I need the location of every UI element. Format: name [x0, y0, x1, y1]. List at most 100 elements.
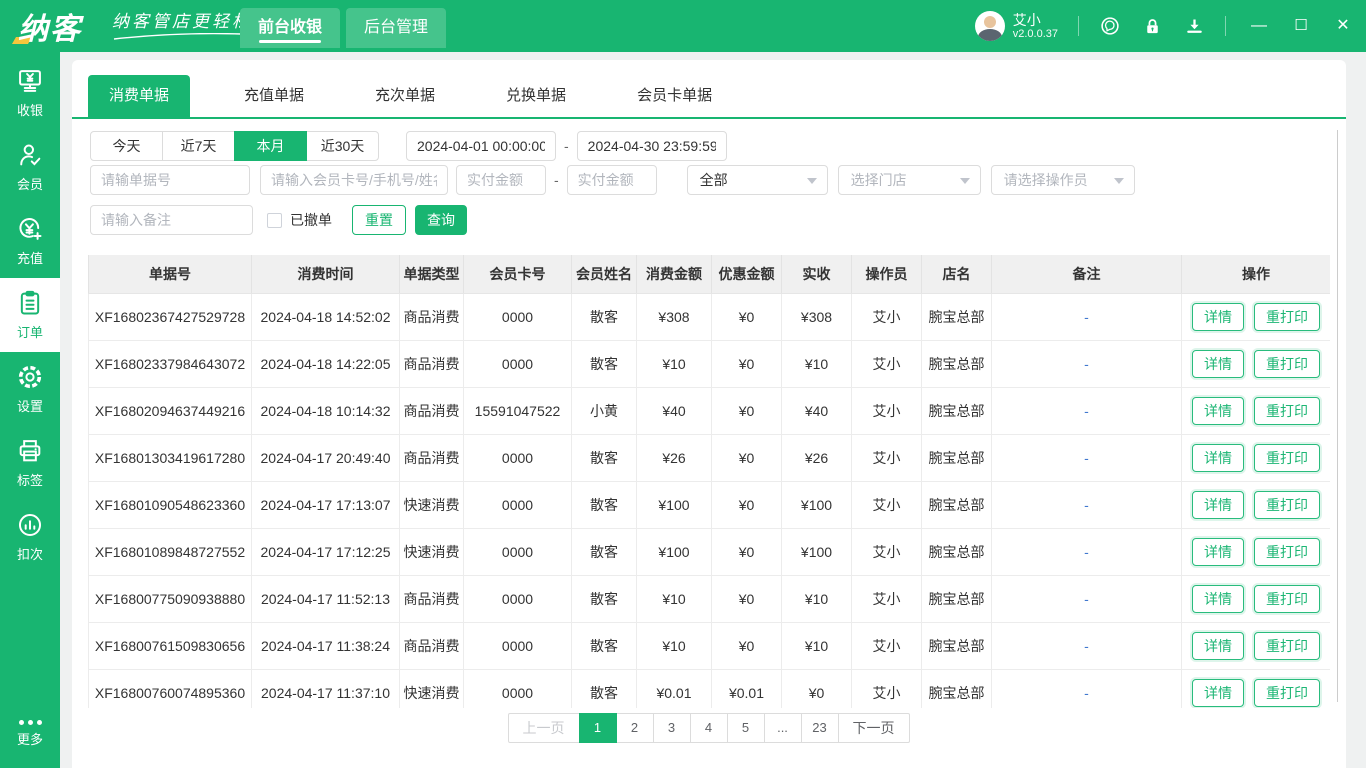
remark-input[interactable] [90, 205, 253, 235]
nav-tab-back-admin[interactable]: 后台管理 [346, 8, 447, 48]
reprint-button[interactable]: 重打印 [1254, 537, 1320, 566]
cell-remark: - [991, 622, 1182, 670]
detail-button[interactable]: 详情 [1192, 490, 1244, 519]
page-button-3[interactable]: 3 [652, 713, 691, 743]
cell-remark: - [991, 340, 1182, 388]
scrollbar-track[interactable] [1337, 130, 1338, 702]
sidebar-item-deduct[interactable]: 扣次 [0, 500, 60, 574]
sidebar-item-settings[interactable]: 设置 [0, 352, 60, 426]
cell-time: 2024-04-18 10:14:32 [251, 387, 400, 435]
cell-order_no: XF16802367427529728 [88, 293, 252, 341]
logo-text: 纳客 [18, 13, 82, 46]
page-button-5[interactable]: 5 [726, 713, 765, 743]
date-range-separator: - [564, 138, 569, 154]
user-box[interactable]: 艾小 v2.0.0.37 [974, 11, 1058, 41]
reprint-button[interactable]: 重打印 [1254, 349, 1320, 378]
sidebar-item-recharge[interactable]: 充值 [0, 204, 60, 278]
detail-button[interactable]: 详情 [1192, 537, 1244, 566]
sidebar-item-label: 扣次 [16, 547, 43, 562]
customer-service-icon[interactable] [1099, 15, 1121, 37]
reprint-button[interactable]: 重打印 [1254, 678, 1320, 707]
label-printer-icon [16, 437, 44, 465]
cell-discount: ¥0.01 [711, 669, 782, 708]
amount-range-separator: - [554, 172, 559, 188]
cell-discount: ¥0 [711, 387, 782, 435]
detail-button[interactable]: 详情 [1192, 678, 1244, 707]
date-from-input[interactable] [406, 131, 556, 161]
tab-会员卡单据[interactable]: 会员卡单据 [616, 75, 733, 117]
document-tabs: 消费单据 充值单据 充次单据 兑换单据 会员卡单据 [88, 75, 762, 117]
quick-date-近7天[interactable]: 近7天 [162, 131, 235, 161]
quick-date-本月[interactable]: 本月 [234, 131, 307, 161]
date-to-input[interactable] [576, 131, 727, 161]
more-dots-icon [18, 720, 42, 725]
page-button-4[interactable]: 4 [689, 713, 728, 743]
sidebar-item-labels[interactable]: 标签 [0, 426, 60, 500]
page-button-1[interactable]: 1 [578, 713, 617, 743]
order-no-input[interactable] [90, 165, 250, 195]
detail-button[interactable]: 详情 [1192, 302, 1244, 331]
operator-placeholder: 请选择操作员 [1003, 172, 1088, 188]
tab-充次单据[interactable]: 充次单据 [354, 75, 456, 117]
cell-actions: 详情 重打印 [1181, 434, 1330, 482]
tab-兑换单据[interactable]: 兑换单据 [485, 75, 587, 117]
next-page-button[interactable]: 下一页 [837, 713, 910, 743]
page-button-23[interactable]: 23 [800, 713, 839, 743]
tab-消费单据[interactable]: 消费单据 [88, 75, 191, 117]
cell-paid: ¥10 [781, 622, 852, 670]
cell-store: 腕宝总部 [921, 622, 992, 670]
detail-button[interactable]: 详情 [1192, 584, 1244, 613]
page-button-2[interactable]: 2 [615, 713, 654, 743]
detail-button[interactable]: 详情 [1192, 443, 1244, 472]
reset-button[interactable]: 重置 [352, 205, 406, 235]
cell-actions: 详情 重打印 [1181, 293, 1330, 341]
sidebar-item-more[interactable]: 更多 [0, 706, 60, 762]
download-icon[interactable] [1183, 15, 1205, 37]
member-search-input[interactable] [260, 165, 448, 195]
amount-min-input[interactable] [456, 165, 546, 195]
detail-button[interactable]: 详情 [1192, 631, 1244, 660]
order-type-select[interactable]: 全部 [686, 165, 828, 195]
window-controls: — ☐ ✕ [1250, 17, 1352, 35]
top-bar-right: 艾小 v2.0.0.37 — ☐ ✕ [974, 0, 1352, 52]
cancelled-checkbox[interactable] [267, 212, 282, 228]
nav-tab-front-cashier[interactable]: 前台收银 [240, 8, 341, 48]
store-select[interactable]: 选择门店 [837, 165, 981, 195]
sidebar-item-orders[interactable]: 订单 [0, 278, 60, 352]
reprint-button[interactable]: 重打印 [1254, 443, 1320, 472]
cell-store: 腕宝总部 [921, 387, 992, 435]
cell-member: 散客 [571, 669, 637, 708]
quick-date-今天[interactable]: 今天 [90, 131, 163, 161]
tab-充值单据[interactable]: 充值单据 [223, 75, 325, 117]
prev-page-button[interactable]: 上一页 [507, 713, 580, 743]
lock-icon[interactable] [1141, 15, 1163, 37]
detail-button[interactable]: 详情 [1192, 349, 1244, 378]
reprint-button[interactable]: 重打印 [1254, 302, 1320, 331]
amount-max-input[interactable] [566, 165, 657, 195]
detail-button[interactable]: 详情 [1192, 396, 1244, 425]
orders-table-wrap: 单据号 消费时间 单据类型 会员卡号 会员姓名 消费金额 优惠金额 实收 操作员 店名 备注 操作 X… [88, 255, 1330, 708]
operator-select[interactable]: 请选择操作员 [990, 165, 1135, 195]
page-ellipsis[interactable]: ... [763, 713, 802, 743]
cell-discount: ¥0 [711, 622, 782, 670]
app-logo: 纳客 [11, 4, 82, 48]
order-type-value: 全部 [699, 172, 728, 188]
cell-actions: 详情 重打印 [1181, 481, 1330, 529]
sidebar-item-member[interactable]: 会员 [0, 130, 60, 204]
sidebar-item-label: 会员 [16, 177, 43, 192]
maximize-button[interactable]: ☐ [1292, 17, 1310, 35]
reprint-button[interactable]: 重打印 [1254, 396, 1320, 425]
minimize-button[interactable]: — [1250, 17, 1268, 35]
cell-type: 快速消费 [399, 528, 464, 576]
search-button[interactable]: 查询 [415, 205, 467, 235]
reprint-button[interactable]: 重打印 [1254, 584, 1320, 613]
column-header: 实收 [781, 255, 852, 294]
sidebar-item-cashier[interactable]: 收银 [0, 56, 60, 130]
cell-type: 商品消费 [399, 387, 464, 435]
cell-paid: ¥10 [781, 575, 852, 623]
reprint-button[interactable]: 重打印 [1254, 490, 1320, 519]
close-button[interactable]: ✕ [1334, 17, 1352, 35]
reprint-button[interactable]: 重打印 [1254, 631, 1320, 660]
cell-member: 散客 [571, 293, 637, 341]
quick-date-近30天[interactable]: 近30天 [306, 131, 379, 161]
